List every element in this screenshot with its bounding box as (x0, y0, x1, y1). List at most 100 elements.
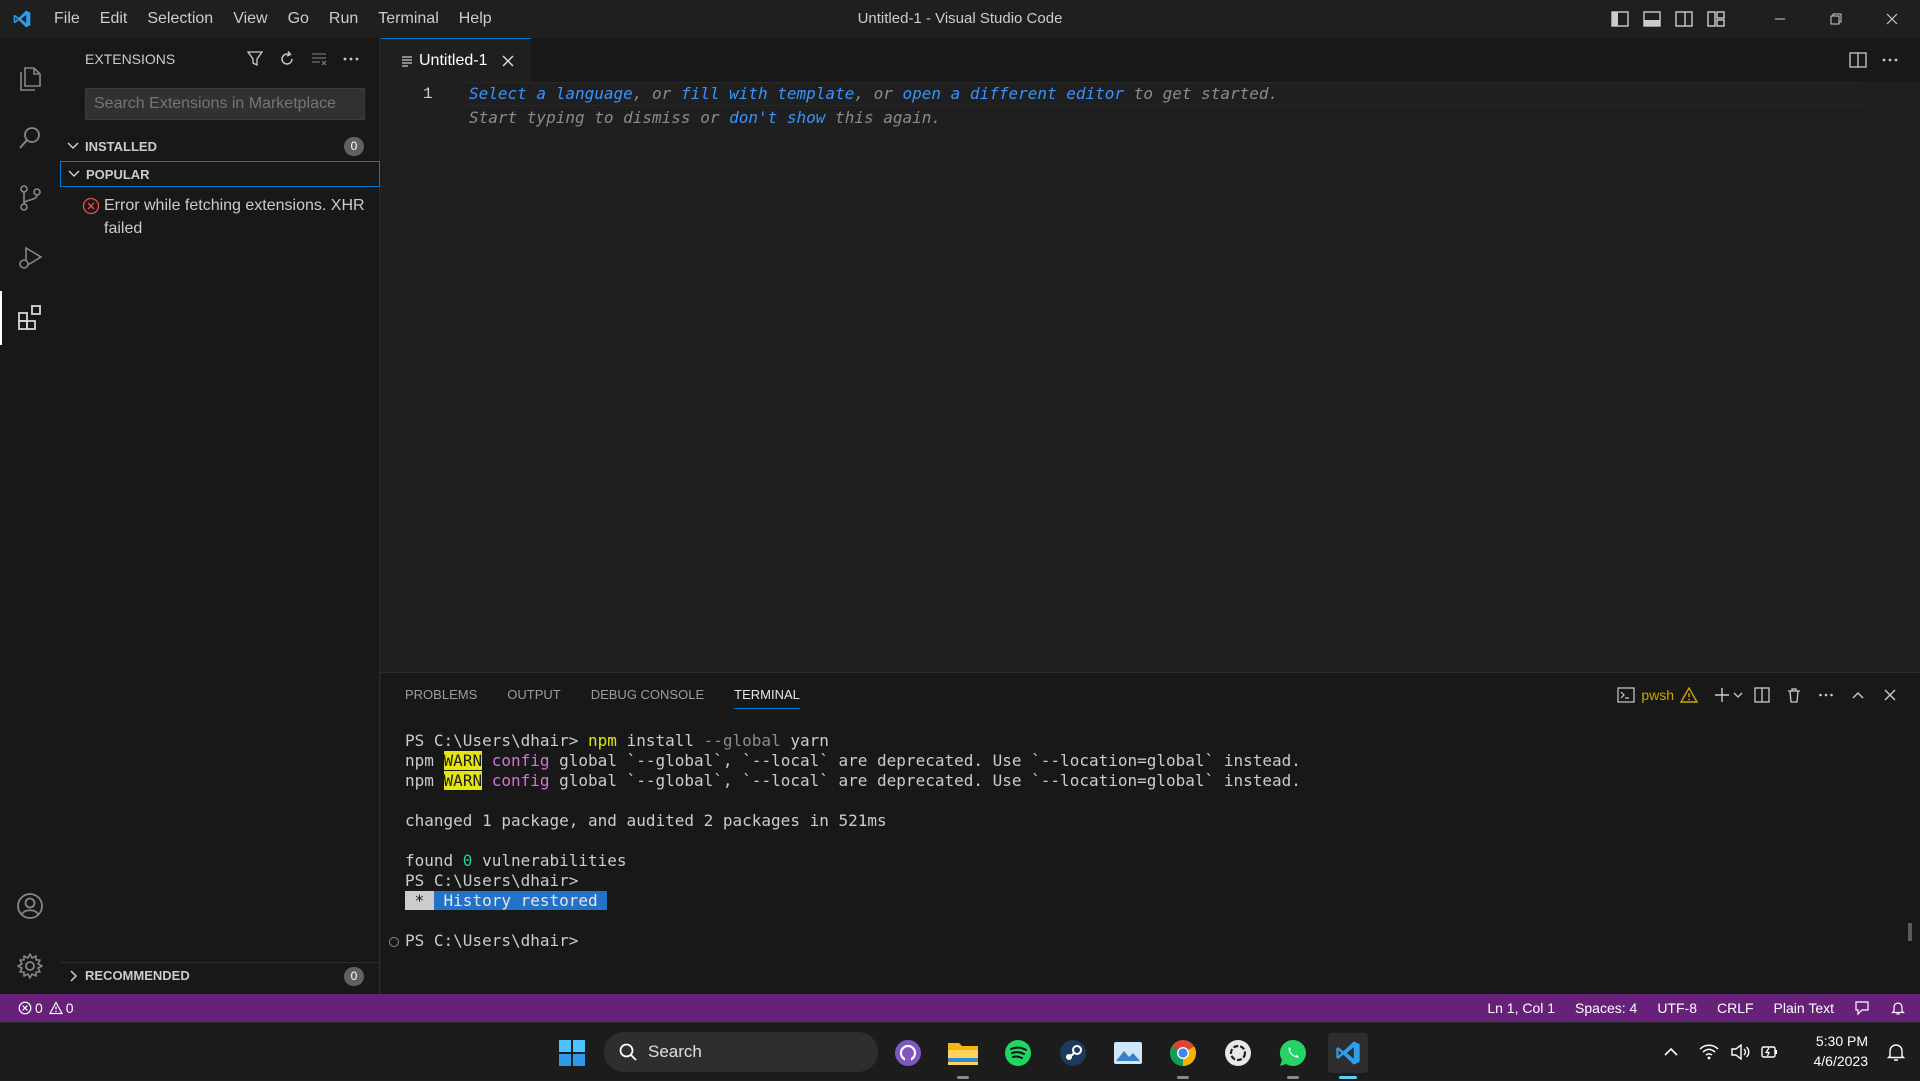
popular-section-header[interactable]: POPULAR (60, 161, 380, 187)
extensions-icon[interactable] (0, 291, 60, 345)
warn-tag: WARN (443, 751, 483, 770)
editor-more-actions-icon[interactable] (1874, 48, 1906, 72)
file-explorer-icon[interactable] (943, 1033, 983, 1079)
menu-view[interactable]: View (223, 0, 277, 38)
command-decoration-icon[interactable] (389, 937, 399, 947)
installed-section-header[interactable]: INSTALLED 0 (60, 133, 380, 159)
restore-icon[interactable] (1808, 0, 1864, 38)
toggle-secondary-sidebar-icon[interactable] (1668, 0, 1700, 38)
split-editor-icon[interactable] (1842, 48, 1874, 72)
battery-charging-icon[interactable] (1755, 1044, 1785, 1060)
dont-show-link[interactable]: don't show (729, 108, 825, 127)
history-star: * (405, 891, 434, 910)
indentation[interactable]: Spaces: 4 (1575, 1000, 1637, 1016)
terminal-scrollbar[interactable] (1908, 923, 1912, 941)
fetch-error-message: Error while fetching extensions. XHR fai… (82, 194, 372, 240)
close-tab-icon[interactable] (501, 54, 515, 68)
menu-edit[interactable]: Edit (90, 0, 138, 38)
more-actions-icon[interactable] (335, 47, 367, 71)
toggle-primary-sidebar-icon[interactable] (1604, 0, 1636, 38)
wifi-icon[interactable] (1693, 1044, 1725, 1060)
warning-count: 0 (65, 1000, 74, 1016)
recommended-section-header[interactable]: RECOMMENDED 0 (60, 962, 380, 988)
vscode-icon[interactable] (1328, 1033, 1368, 1079)
status-bar: 0 0 Ln 1, Col 1 Spaces: 4 UTF-8 CRLF Pla… (0, 994, 1920, 1022)
menu-file[interactable]: File (44, 0, 90, 38)
feedback-icon[interactable] (1854, 1000, 1870, 1016)
text-file-icon (401, 55, 413, 67)
menu-selection[interactable]: Selection (137, 0, 223, 38)
empty-editor-hint-line-2: Start typing to dismiss or don't show th… (469, 106, 941, 130)
error-text: Error while fetching extensions. XHR fai… (104, 197, 365, 237)
files-icon[interactable] (0, 51, 60, 105)
warn-prefix: npm (405, 771, 434, 790)
select-language-link[interactable]: Select a language (469, 84, 633, 103)
filter-icon[interactable] (239, 47, 271, 71)
tab-untitled-1[interactable]: Untitled-1 (381, 38, 531, 82)
photos-icon[interactable] (1108, 1033, 1148, 1073)
show-hidden-icons-chevron-up-icon[interactable] (1655, 1046, 1687, 1058)
search-icon[interactable] (0, 111, 60, 165)
windows-start-icon[interactable] (552, 1033, 592, 1073)
accounts-icon[interactable] (0, 879, 60, 933)
terminal-shell-selector[interactable]: pwsh (1617, 687, 1698, 703)
source-control-icon[interactable] (0, 171, 60, 225)
manage-gear-icon[interactable] (0, 939, 60, 993)
close-window-icon[interactable] (1864, 0, 1920, 38)
menu-go[interactable]: Go (278, 0, 319, 38)
panel-more-actions-icon[interactable] (1810, 683, 1842, 707)
hint-text: , or (854, 84, 903, 103)
popular-section-label: POPULAR (86, 166, 150, 182)
fill-template-link[interactable]: fill with template (681, 84, 854, 103)
notifications-bell-icon[interactable] (1890, 1000, 1906, 1016)
kill-terminal-trash-icon[interactable] (1778, 683, 1810, 707)
extensions-search-input[interactable] (85, 88, 365, 120)
language-mode[interactable]: Plain Text (1774, 1000, 1834, 1016)
open-different-editor-link[interactable]: open a different editor (903, 84, 1125, 103)
terminal-output[interactable]: PS C:\Users\dhair> npm install --global … (405, 731, 1301, 951)
whatsapp-icon[interactable] (1273, 1033, 1313, 1079)
menu-help[interactable]: Help (449, 0, 502, 38)
cmd-text: install (616, 731, 704, 750)
warn-message: global `--global`, `--local` are depreca… (549, 751, 1301, 770)
running-indicator (1287, 1076, 1299, 1079)
cmd-flag: --global (703, 731, 781, 750)
editor-area[interactable]: 1 Select a language, or fill with templa… (381, 82, 1920, 672)
split-terminal-icon[interactable] (1746, 683, 1778, 707)
chrome-icon[interactable] (1163, 1033, 1203, 1079)
tab-terminal[interactable]: TERMINAL (734, 673, 800, 717)
warn-message: global `--global`, `--local` are depreca… (549, 771, 1301, 790)
error-icon (82, 197, 100, 240)
tab-debug-console[interactable]: DEBUG CONSOLE (591, 673, 704, 717)
notification-center-icon[interactable] (1886, 1042, 1906, 1062)
customize-layout-icon[interactable] (1700, 0, 1732, 38)
terminal-line: npm WARN config global `--global`, `--lo… (405, 771, 1301, 791)
bottom-panel: PROBLEMS OUTPUT DEBUG CONSOLE TERMINAL p… (381, 672, 1920, 994)
terminal-dropdown-icon[interactable] (1730, 683, 1746, 707)
taskbar-search-box[interactable]: Search (604, 1032, 878, 1072)
found-text: found (405, 851, 463, 870)
refresh-icon[interactable] (271, 47, 303, 71)
minimize-icon[interactable] (1752, 0, 1808, 38)
encoding[interactable]: UTF-8 (1657, 1000, 1697, 1016)
run-debug-icon[interactable] (0, 231, 60, 285)
warn-config: config (491, 771, 550, 790)
tab-output[interactable]: OUTPUT (507, 673, 560, 717)
system-clock[interactable]: 5:30 PM 4/6/2023 (1814, 1031, 1869, 1071)
menu-run[interactable]: Run (319, 0, 368, 38)
github-desktop-icon[interactable] (888, 1033, 928, 1073)
end-of-line[interactable]: CRLF (1717, 1000, 1754, 1016)
close-panel-icon[interactable] (1874, 683, 1906, 707)
menu-terminal[interactable]: Terminal (368, 0, 448, 38)
clear-results-icon[interactable] (303, 47, 335, 71)
chatgpt-icon[interactable] (1218, 1033, 1258, 1073)
problems-status[interactable]: 0 0 (18, 994, 74, 1022)
toggle-panel-icon[interactable] (1636, 0, 1668, 38)
volume-icon[interactable] (1725, 1044, 1755, 1060)
cursor-position[interactable]: Ln 1, Col 1 (1487, 1000, 1555, 1016)
spotify-icon[interactable] (998, 1033, 1038, 1073)
steam-icon[interactable] (1053, 1033, 1093, 1073)
tab-problems[interactable]: PROBLEMS (405, 673, 477, 717)
terminal-line: * History restored (405, 891, 1301, 911)
maximize-panel-icon[interactable] (1842, 683, 1874, 707)
